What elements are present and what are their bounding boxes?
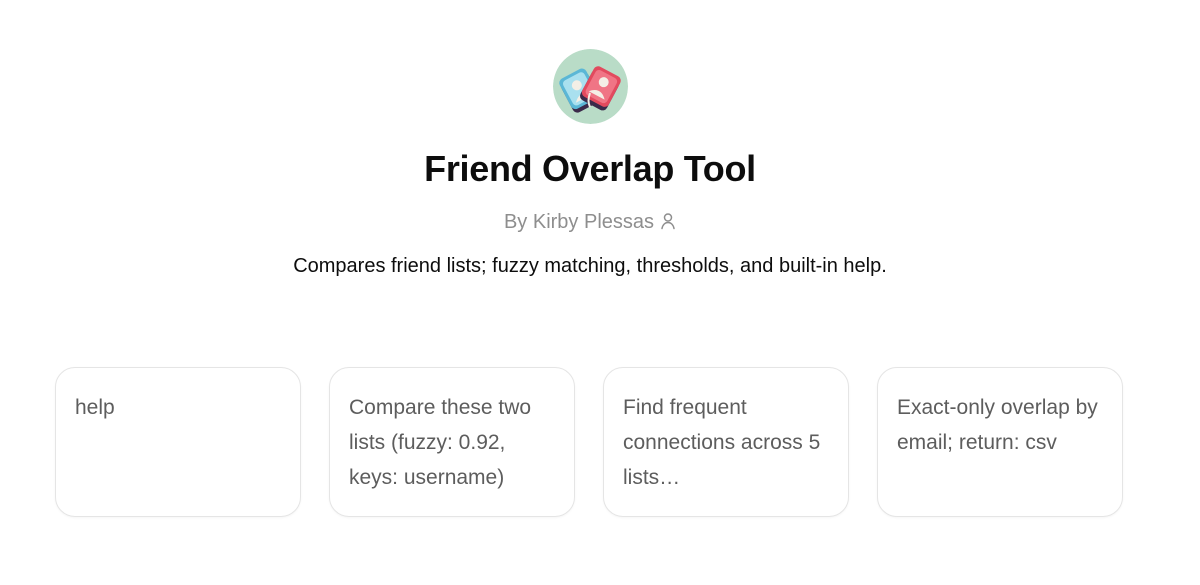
gpt-title: Friend Overlap Tool [424,148,756,189]
gpt-description: Compares friend lists; fuzzy matching, t… [293,255,887,277]
starter-label: Compare these two lists (fuzzy: 0.92, ke… [349,396,532,489]
conversation-starter[interactable]: Compare these two lists (fuzzy: 0.92, ke… [329,367,575,517]
author-name: By Kirby Plessas [503,211,655,233]
person-icon [661,213,675,230]
conversation-starter[interactable]: Find frequent connections across 5 lists… [603,367,849,517]
starter-label: Exact-only overlap by email; return: csv [897,396,1098,454]
gpt-author[interactable]: By Kirby Plessas [0,208,1180,236]
conversation-starter[interactable]: Exact-only overlap by email; return: csv [877,367,1123,517]
conversation-starter[interactable]: help [55,367,301,517]
gpt-landing: Friend Overlap Tool By Kirby Plessas Com… [0,0,1200,585]
gpt-logo [553,49,628,124]
starter-label: help [75,396,115,419]
starter-label: Find frequent connections across 5 lists… [623,396,821,489]
overlapping-cards-logo-icon [553,49,628,124]
